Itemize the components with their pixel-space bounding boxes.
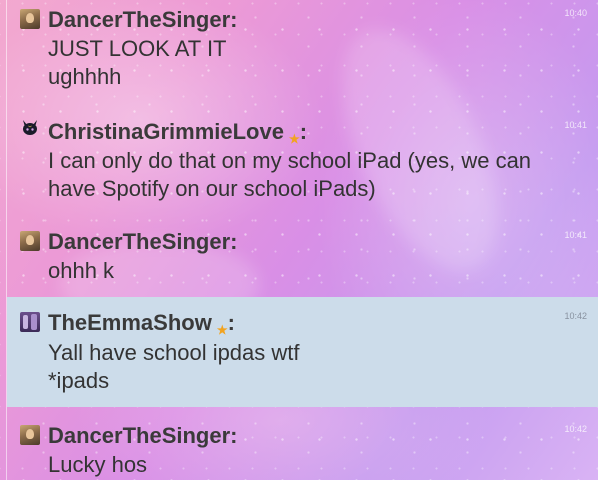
username-colon: : xyxy=(227,310,235,335)
dancer-avatar-icon[interactable] xyxy=(20,231,40,251)
chat-message: DancerTheSinger: 10:41 ohhh k xyxy=(7,216,598,296)
message-line: Yall have school ipdas wtf xyxy=(48,340,300,365)
message-author[interactable]: DancerTheSinger: xyxy=(48,423,238,449)
sailor-moon-cat-avatar-icon[interactable] xyxy=(20,117,40,137)
message-line: ughhhh xyxy=(48,64,122,89)
dancer-avatar-icon[interactable] xyxy=(20,9,40,29)
message-line: ohhh k xyxy=(48,258,115,283)
username-colon: : xyxy=(299,119,308,144)
message-line: Lucky hos xyxy=(48,452,148,477)
message-line: I can only do that on my school iPad (ye… xyxy=(48,148,532,173)
username-text[interactable]: ChristinaGrimmieLove xyxy=(48,119,284,144)
message-text: Yall have school ipdas wtf *ipads xyxy=(48,339,588,395)
username-text[interactable]: DancerTheSinger xyxy=(48,7,230,32)
message-text: JUST LOOK AT IT ughhhh xyxy=(48,35,588,91)
message-text: Lucky hos xyxy=(48,451,588,479)
username-text[interactable]: DancerTheSinger xyxy=(48,229,230,254)
message-timestamp: 10:42 xyxy=(564,424,587,434)
username-colon: : xyxy=(230,229,238,254)
chat-message-highlighted: TheEmmaShow ★: 10:42 Yall have school ipd… xyxy=(7,297,598,407)
message-author[interactable]: DancerTheSinger: xyxy=(48,7,238,33)
chat-log[interactable]: DancerTheSinger: 10:40 JUST LOOK AT IT u… xyxy=(7,0,598,480)
message-line: have Spotify on our school iPads) xyxy=(48,176,376,201)
message-author[interactable]: DancerTheSinger: xyxy=(48,229,238,255)
message-timestamp: 10:41 xyxy=(564,230,587,240)
message-timestamp: 10:40 xyxy=(564,8,587,18)
chat-message: DancerTheSinger: 10:42 Lucky hos xyxy=(7,407,598,480)
message-text: ohhh k xyxy=(48,257,588,285)
message-timestamp: 10:41 xyxy=(564,120,587,130)
dancer-avatar-icon[interactable] xyxy=(20,425,40,445)
emma-avatar-icon[interactable] xyxy=(20,312,40,332)
message-timestamp: 10:42 xyxy=(564,311,587,321)
message-line: *ipads xyxy=(48,368,110,393)
username-colon: : xyxy=(230,423,238,448)
chat-message: ChristinaGrimmieLove ★: 10:41 I can only … xyxy=(7,104,598,216)
message-line: JUST LOOK AT IT xyxy=(48,36,227,61)
chat-message: DancerTheSinger: 10:40 JUST LOOK AT IT u… xyxy=(7,0,598,104)
username-colon: : xyxy=(230,7,238,32)
message-text: I can only do that on my school iPad (ye… xyxy=(48,147,588,203)
username-text[interactable]: DancerTheSinger xyxy=(48,423,230,448)
username-text[interactable]: TheEmmaShow xyxy=(48,310,212,335)
